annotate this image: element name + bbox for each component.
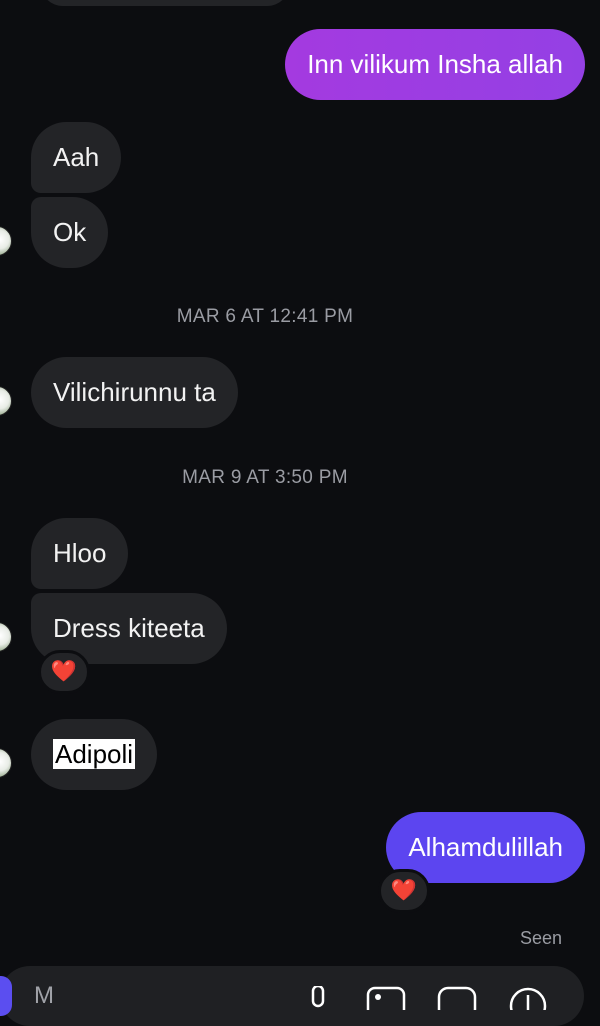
message-bubble-incoming[interactable]: Ok (31, 197, 109, 268)
contact-avatar[interactable] (0, 226, 12, 256)
message-bubble-incoming[interactable]: Hloo (31, 518, 129, 589)
mic-icon[interactable] (306, 986, 330, 1010)
add-icon[interactable] (508, 986, 548, 1010)
message-bubble-incoming[interactable]: Aah (31, 122, 122, 193)
contact-avatar[interactable] (0, 748, 12, 778)
gallery-icon[interactable] (366, 986, 406, 1010)
message-input[interactable]: M (34, 982, 54, 1010)
message-text: Aah (53, 142, 100, 172)
message-bubble-incoming[interactable]: Vilichirunnu ta (31, 357, 238, 428)
message-text: Ok (53, 217, 87, 247)
camera-button[interactable] (0, 976, 12, 1016)
message-bubble-incoming[interactable]: Adipoli (31, 719, 158, 790)
heart-reaction-icon[interactable]: ❤️ (38, 650, 90, 694)
message-timestamp: MAR 9 AT 3:50 PM (182, 467, 348, 488)
partial-incoming-bubble (40, 0, 290, 6)
sticker-icon[interactable] (437, 986, 477, 1010)
heart-reaction-icon[interactable]: ❤️ (378, 869, 430, 913)
message-text: Hloo (53, 538, 107, 568)
selected-message-text[interactable]: Adipoli (53, 739, 136, 769)
message-text: Dress kiteeta (53, 613, 205, 643)
message-text: Vilichirunnu ta (53, 377, 216, 407)
message-bubble-outgoing[interactable]: Inn vilikum Insha allah (285, 29, 585, 100)
message-composer[interactable] (0, 966, 584, 1026)
seen-status: Seen (519, 928, 562, 948)
message-timestamp: MAR 6 AT 12:41 PM (176, 306, 354, 327)
message-text: Alhamdulillah (408, 832, 563, 862)
contact-avatar[interactable] (0, 386, 12, 416)
message-text: Inn vilikum Insha allah (307, 49, 563, 79)
contact-avatar[interactable] (0, 622, 12, 652)
